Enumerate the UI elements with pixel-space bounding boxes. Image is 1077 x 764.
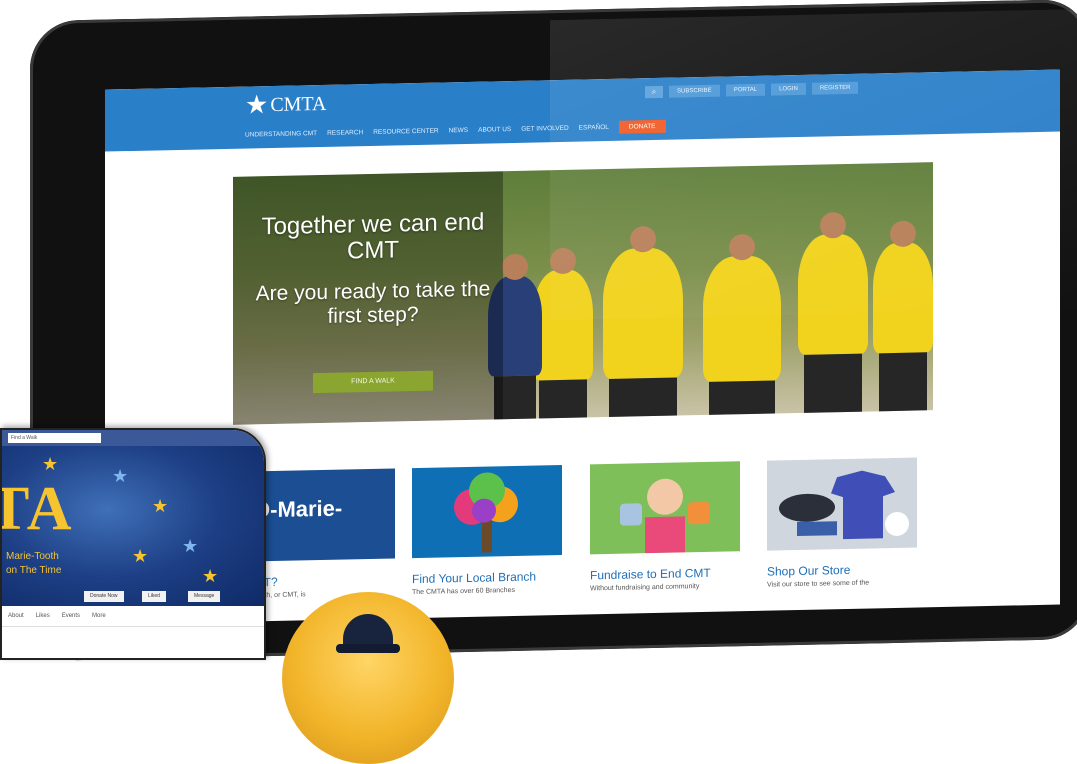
facebook-cover-tagline: Marie-Tooth on The Time <box>6 550 61 578</box>
donate-now-button[interactable]: Donate Now <box>84 591 124 602</box>
site-header: ★ CMTA ⌕ SUBSCRIBE PORTAL LOGIN REGISTER… <box>105 69 1060 152</box>
nav-research[interactable]: RESEARCH <box>327 129 363 137</box>
child-photo <box>620 478 710 555</box>
card-desc: Visit our store to see some of the <box>767 579 870 589</box>
hero-headline: Together we can end CMT <box>261 208 485 265</box>
card-image: O-Marie- <box>245 468 395 562</box>
nav-news[interactable]: NEWS <box>449 127 469 134</box>
top-link-register[interactable]: REGISTER <box>811 81 859 95</box>
card-desc: The CMTA has over 60 Branches <box>412 586 515 597</box>
top-link-login[interactable]: LOGIN <box>771 82 806 96</box>
nav-resource-center[interactable]: RESOURCE CENTER <box>373 128 438 136</box>
card-title[interactable]: CMT? <box>245 572 395 590</box>
card-image <box>590 461 740 555</box>
star-icon: ★ <box>112 466 129 486</box>
cover-tagline-line: on The Time <box>6 565 62 576</box>
hero-subhead: Are you ready to take the first step? <box>255 277 491 328</box>
cap-bill-graphic <box>336 644 400 653</box>
facebook-cover-logo: TA <box>2 475 74 543</box>
card-title[interactable]: Shop Our Store <box>767 562 917 579</box>
card-fundraise[interactable]: Fundraise to End CMT Without fundraising… <box>590 461 740 592</box>
facebook-cover-photo: ★ ★ ★ ★ ★ ★ TA Marie-Tooth on The Time D… <box>2 446 264 606</box>
search-icon[interactable]: ⌕ <box>645 85 663 99</box>
hero-photo-person <box>533 247 593 425</box>
card-image <box>767 457 917 551</box>
star-icon: ★ <box>182 536 199 556</box>
merchandise-photo <box>779 470 909 540</box>
top-links: ⌕ SUBSCRIBE PORTAL LOGIN REGISTER <box>645 81 859 99</box>
facebook-page-preview: Find a Walk ★ ★ ★ ★ ★ ★ TA Marie-Tooth o… <box>0 428 266 660</box>
cover-tagline-line: Marie-Tooth <box>6 551 59 562</box>
card-image-text: O-Marie- <box>253 495 343 523</box>
facebook-search-input[interactable]: Find a Walk <box>8 433 101 443</box>
tab-about[interactable]: About <box>8 613 24 619</box>
card-local-branch[interactable]: Find Your Local Branch The CMTA has over… <box>412 464 562 597</box>
tab-events[interactable]: Events <box>62 613 80 619</box>
hero-photo-person <box>873 220 933 424</box>
portrait-photo <box>282 592 454 764</box>
star-icon: ★ <box>152 496 169 516</box>
star-icon: ★ <box>245 90 269 120</box>
hero-photo-person <box>798 212 868 425</box>
main-nav: UNDERSTANDING CMT RESEARCH RESOURCE CENT… <box>245 119 666 142</box>
top-link-subscribe[interactable]: SUBSCRIBE <box>669 84 720 98</box>
card-what-is-cmt[interactable]: O-Marie- CMT? ...-Tooth, or CMT, is <box>245 468 395 600</box>
star-icon: ★ <box>42 454 59 474</box>
tab-likes[interactable]: Likes <box>36 613 50 619</box>
hero-banner: Together we can end CMT Are you ready to… <box>233 162 933 425</box>
cmta-logo[interactable]: ★ CMTA <box>245 90 327 120</box>
nav-espanol[interactable]: ESPAÑOL <box>579 124 609 132</box>
tree-icon <box>454 472 518 553</box>
card-shop[interactable]: Shop Our Store Visit our store to see so… <box>767 457 917 589</box>
card-title[interactable]: Find Your Local Branch <box>412 569 562 587</box>
donate-button[interactable]: DONATE <box>618 119 666 134</box>
star-icon: ★ <box>202 566 219 586</box>
star-icon: ★ <box>132 546 149 566</box>
hero-photo-person <box>703 233 781 425</box>
nav-understanding-cmt[interactable]: UNDERSTANDING CMT <box>245 130 317 139</box>
card-title[interactable]: Fundraise to End CMT <box>590 565 740 583</box>
tab-more[interactable]: More <box>92 613 106 619</box>
find-walk-button[interactable]: FIND A WALK <box>313 370 433 394</box>
message-button[interactable]: Message <box>188 591 221 602</box>
facebook-tabs: About Likes Events More <box>2 606 264 627</box>
nav-get-involved[interactable]: GET INVOLVED <box>521 125 568 133</box>
logo-text: CMTA <box>270 92 327 116</box>
facebook-top-bar: Find a Walk <box>2 430 264 446</box>
liked-button[interactable]: Liked <box>142 591 166 602</box>
card-image <box>412 464 562 559</box>
top-link-portal[interactable]: PORTAL <box>725 83 766 97</box>
nav-about-us[interactable]: ABOUT US <box>478 126 511 134</box>
hero-photo-person <box>603 225 683 425</box>
card-desc: Without fundraising and community <box>590 583 700 593</box>
